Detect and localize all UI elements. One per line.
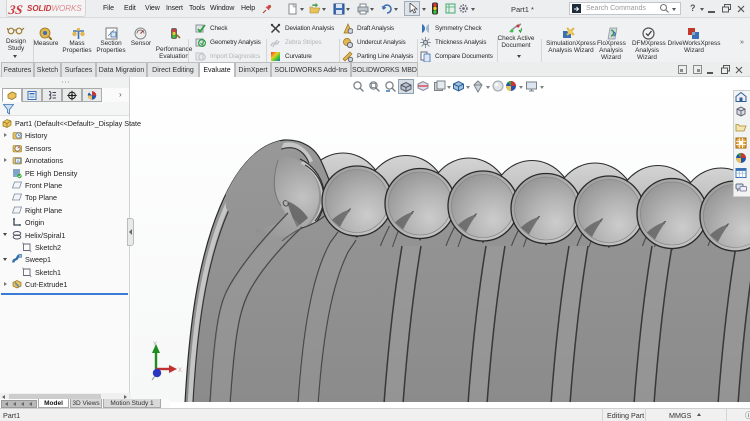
svg-text:Y: Y <box>153 342 157 348</box>
svg-text:A: A <box>17 159 20 164</box>
svg-text:X: X <box>178 368 182 374</box>
